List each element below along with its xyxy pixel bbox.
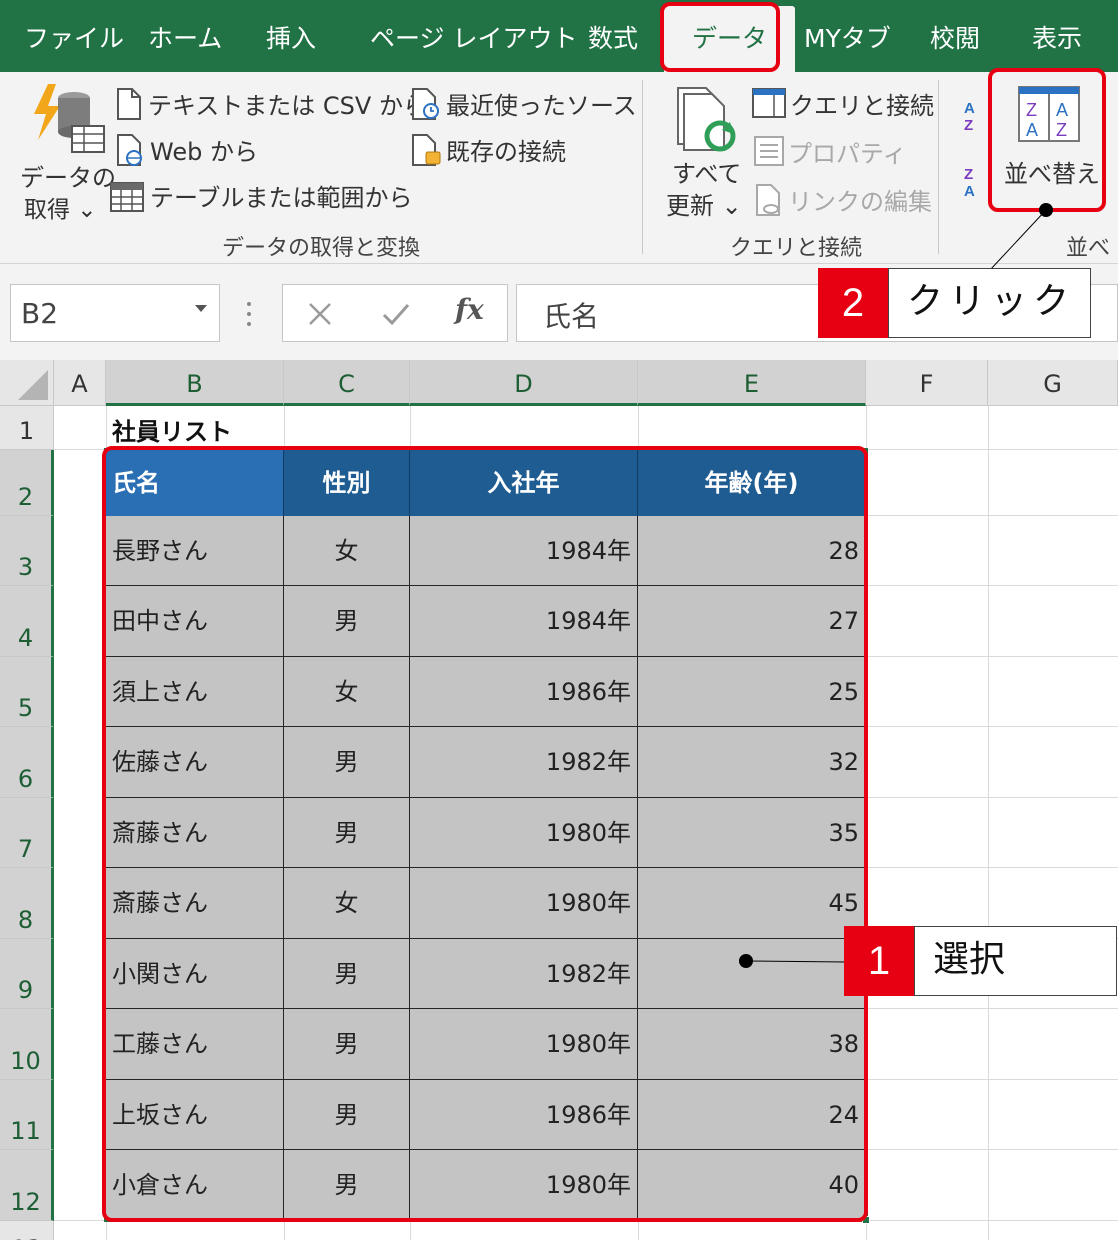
callout-2-leader-line	[745, 209, 1047, 963]
callout-2-anchor-dot	[1039, 203, 1053, 217]
callout-2-label: クリック	[888, 268, 1091, 338]
callout-1-label: 選択	[914, 926, 1117, 996]
callout-2-number: 2	[818, 268, 888, 338]
callout-1-anchor-dot	[739, 954, 753, 968]
callout-1-number: 1	[844, 926, 914, 996]
